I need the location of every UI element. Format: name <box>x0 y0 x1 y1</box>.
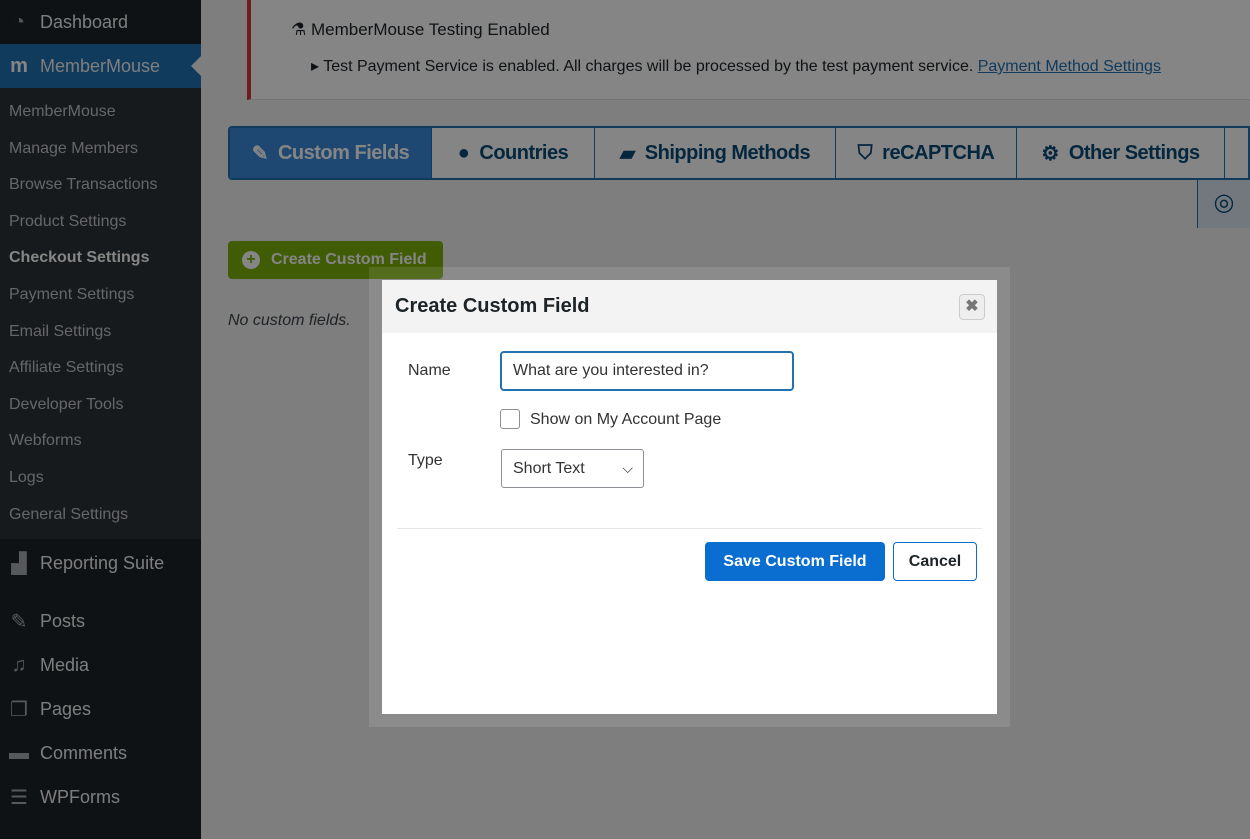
divider <box>397 528 982 529</box>
save-custom-field-button[interactable]: Save Custom Field <box>705 542 885 581</box>
name-label: Name <box>408 362 451 379</box>
show-on-account-checkbox[interactable] <box>500 409 520 429</box>
checkbox-label[interactable]: Show on My Account Page <box>530 411 721 429</box>
type-label: Type <box>408 452 443 469</box>
cancel-button[interactable]: Cancel <box>893 542 977 581</box>
chevron-down-icon: ⌵ <box>622 460 633 476</box>
dialog-title: Create Custom Field <box>395 295 590 317</box>
type-select[interactable]: Short Text ⌵ <box>501 449 644 488</box>
name-input[interactable] <box>500 351 794 391</box>
close-button[interactable]: ✖ <box>959 294 985 320</box>
close-icon: ✖ <box>965 298 979 315</box>
dialog-header: Create Custom Field <box>382 280 997 333</box>
create-custom-field-dialog: Create Custom Field ✖ Name Show on My Ac… <box>382 280 997 714</box>
